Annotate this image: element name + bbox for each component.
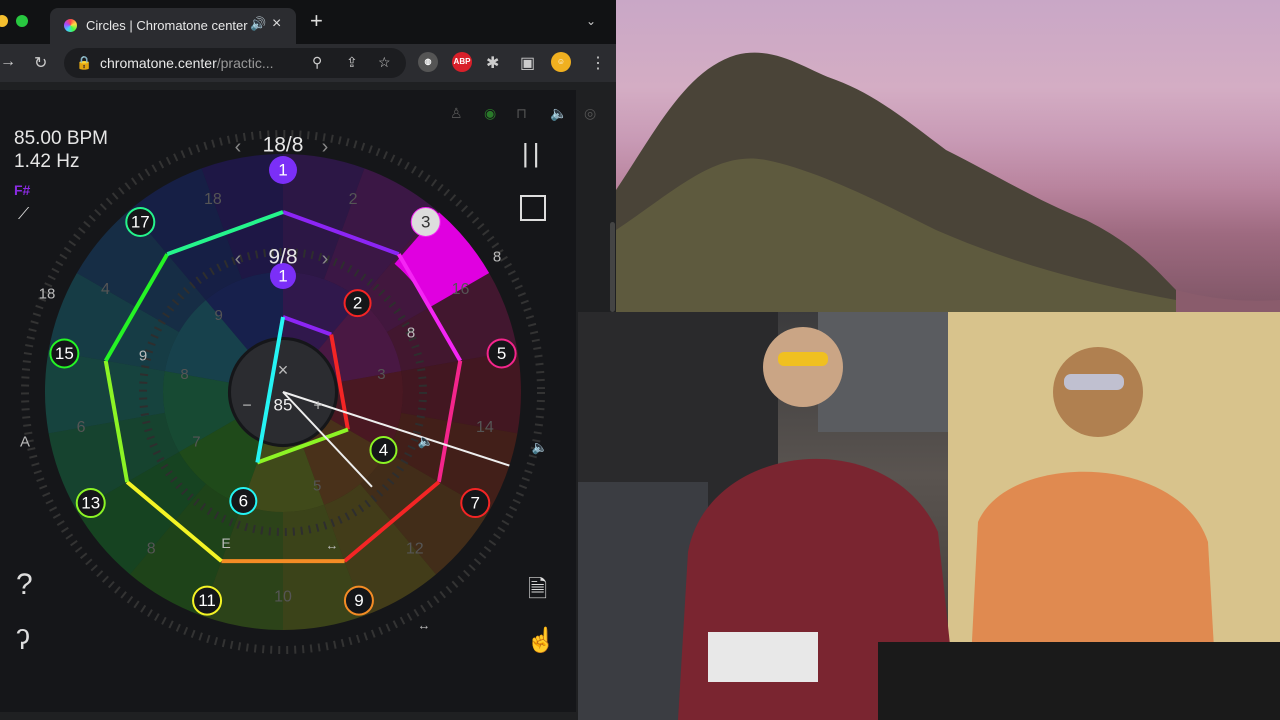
- webcam-video-feed: [578, 312, 1280, 720]
- tab-bar: Circles | Chromatone center 🔊 × + ⌄: [0, 0, 616, 44]
- window-zoom-button[interactable]: [16, 15, 28, 27]
- circles-visualizer: 135791113151731821614121086412469875318/…: [20, 130, 548, 654]
- tab-audio-icon[interactable]: 🔊: [250, 16, 266, 32]
- outer-step-label: 9: [354, 591, 363, 610]
- profile-avatar[interactable]: ☺: [551, 52, 571, 72]
- tempo-decrease-button: −: [242, 398, 251, 415]
- outer-step-label: 11: [198, 591, 216, 610]
- outer-ring-mark: 8: [493, 249, 501, 266]
- inner-ring-mark: 9: [139, 348, 147, 365]
- circles-app: 85.00 BPM 1.42 Hz F# ⟋ ? ʔ || 🗎 ☝ ♙ ◉ ⊓ …: [0, 90, 596, 712]
- record-icon[interactable]: ◎: [584, 105, 596, 122]
- outer-meter-prev-icon: ‹: [235, 136, 242, 158]
- active-step-label: 3: [421, 212, 430, 231]
- browser-menu-icon[interactable]: ⋮: [590, 53, 606, 73]
- extensions-puzzle-icon[interactable]: ✱: [486, 53, 499, 73]
- address-toolbar: → ↻ 🔒 chromatone.center/practic... ⚲ ⇪ ☆…: [0, 44, 616, 82]
- outer-faint-step-label: 6: [77, 419, 86, 436]
- inner-volume-icon: 🔈: [418, 434, 434, 450]
- inner-step-label: 4: [379, 441, 388, 460]
- tempo-increase-button: +: [313, 398, 322, 415]
- outer-ring-mark: A: [20, 434, 30, 451]
- tempo-value: 85: [274, 396, 293, 415]
- inner-step-label: 6: [239, 492, 248, 511]
- page-scrollbar[interactable]: [610, 222, 615, 312]
- new-tab-button[interactable]: +: [310, 10, 323, 32]
- inner-meter-label: 9/8: [268, 246, 297, 269]
- outer-step-label: 13: [81, 494, 100, 513]
- inner-meter-prev-icon: ‹: [235, 248, 242, 270]
- outer-faint-step-label: 10: [274, 589, 292, 606]
- outer-swing-icon: ↔: [418, 618, 431, 633]
- outer-volume-icon: 🔈: [532, 440, 548, 456]
- page-viewport: 85.00 BPM 1.42 Hz F# ⟋ ? ʔ || 🗎 ☝ ♙ ◉ ⊓ …: [0, 82, 616, 720]
- forward-icon[interactable]: →: [0, 53, 16, 71]
- inner-step-label: 2: [353, 294, 362, 313]
- outer-step-label: 15: [55, 344, 74, 363]
- browser-tab[interactable]: Circles | Chromatone center 🔊 ×: [50, 8, 296, 44]
- share-icon[interactable]: ⇪: [346, 54, 358, 71]
- inner-faint-step-label: 7: [192, 434, 200, 451]
- outer-step-label: 17: [131, 212, 150, 231]
- window-minimize-button[interactable]: [0, 15, 8, 27]
- tempo-reset-button: ×: [278, 360, 289, 380]
- tab-title: Circles | Chromatone center: [86, 18, 248, 33]
- coastal-landscape-wallpaper: [616, 0, 1280, 312]
- bookmark-star-icon[interactable]: ☆: [378, 54, 391, 71]
- browser-window: Circles | Chromatone center 🔊 × + ⌄ → ↻ …: [0, 0, 616, 720]
- inner-faint-step-label: 8: [180, 366, 188, 383]
- outer-step-label: 1: [278, 161, 287, 180]
- inner-step-label: 1: [278, 267, 287, 286]
- adblock-extension-icon[interactable]: ABP: [452, 52, 472, 72]
- url-bar[interactable]: 🔒 chromatone.center/practic... ⚲ ⇪ ☆: [64, 48, 406, 78]
- chromatone-favicon-icon: [64, 19, 77, 32]
- inner-faint-step-label: 5: [313, 477, 321, 494]
- outer-faint-step-label: 16: [452, 281, 470, 298]
- url-text[interactable]: chromatone.center/practic...: [100, 55, 322, 71]
- outer-faint-step-label: 12: [406, 541, 424, 558]
- zoom-icon[interactable]: ⚲: [312, 54, 322, 71]
- lock-icon[interactable]: 🔒: [76, 55, 92, 71]
- tab-close-icon[interactable]: ×: [272, 15, 281, 33]
- outer-faint-step-label: 4: [101, 281, 110, 298]
- outer-ring-mark: 18: [39, 286, 56, 303]
- inner-ring-mark: 8: [407, 325, 415, 342]
- inner-swing-icon: ↔: [326, 538, 339, 553]
- outer-faint-step-label: 2: [349, 191, 358, 208]
- outer-meter-label: 18/8: [263, 134, 304, 157]
- side-panel-icon[interactable]: ▣: [520, 53, 535, 73]
- outer-step-label: 5: [497, 344, 506, 363]
- inner-faint-step-label: 9: [215, 307, 223, 324]
- tab-search-icon[interactable]: ⌄: [586, 14, 596, 28]
- outer-ring-mark: E: [221, 535, 230, 551]
- outer-faint-step-label: 14: [476, 419, 494, 436]
- inner-faint-step-label: 3: [377, 366, 385, 383]
- outer-meter-next-icon: ›: [322, 136, 329, 158]
- outer-faint-step-label: 18: [204, 191, 222, 208]
- globe-extension-icon[interactable]: ◍: [418, 52, 438, 72]
- outer-faint-step-label: 8: [147, 541, 156, 558]
- inner-meter-next-icon: ›: [322, 248, 329, 270]
- reload-icon[interactable]: ↻: [34, 53, 47, 73]
- outer-step-label: 7: [471, 494, 480, 513]
